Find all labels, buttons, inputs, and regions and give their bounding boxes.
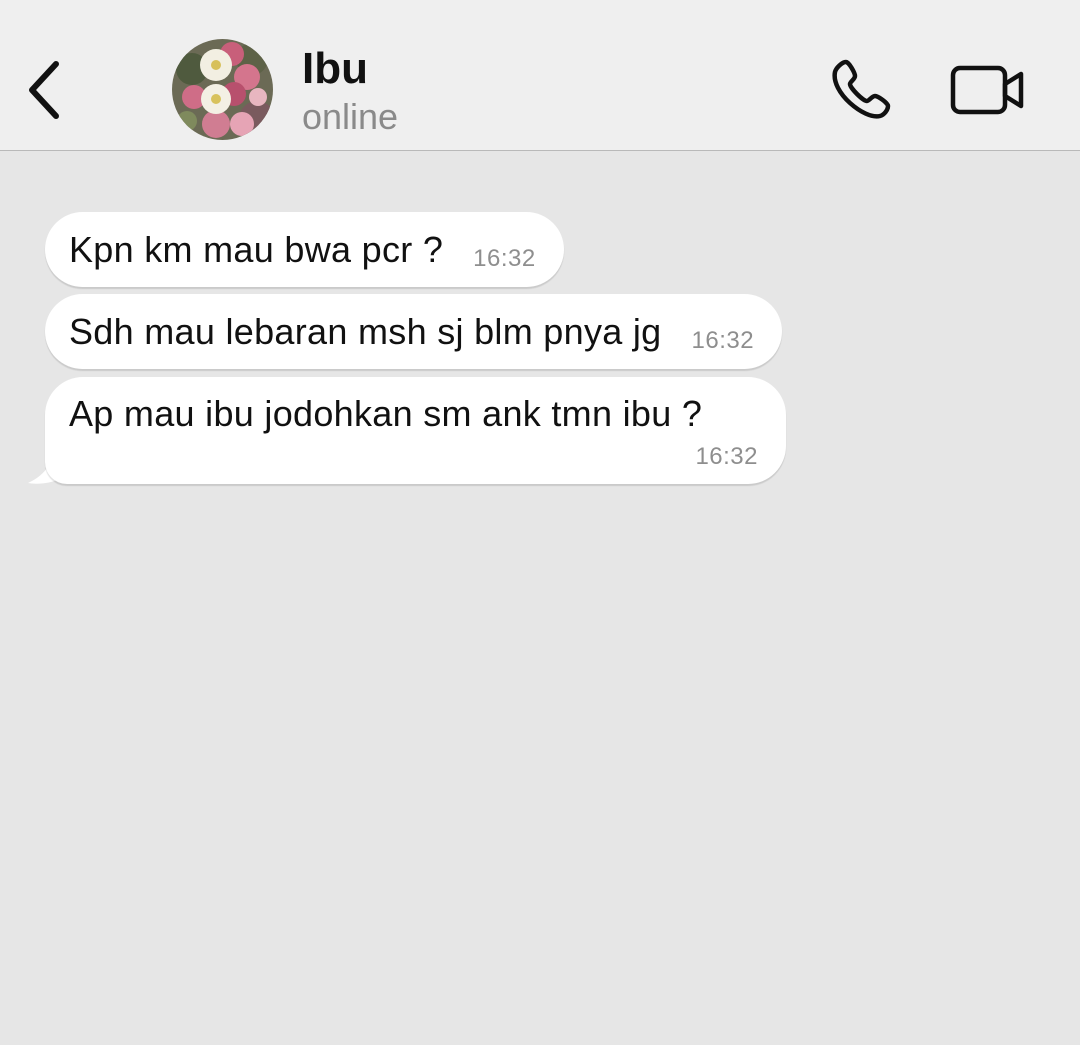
avatar[interactable] — [172, 39, 273, 140]
message-time: 16:32 — [473, 244, 536, 272]
message-text: Ap mau ibu jodohkan sm ank tmn ibu ? — [69, 393, 703, 434]
back-button[interactable] — [20, 58, 66, 122]
video-call-button[interactable] — [948, 62, 1028, 118]
message-bubble[interactable]: Ap mau ibu jodohkan sm ank tmn ibu ? 16:… — [45, 377, 786, 484]
video-camera-icon — [950, 65, 1024, 115]
message-list[interactable]: Kpn km mau bwa pcr ? 16:32 Sdh mau lebar… — [0, 151, 1080, 1045]
voice-call-button[interactable] — [826, 56, 894, 122]
message-text: Sdh mau lebaran msh sj blm pnya jg — [69, 310, 662, 352]
flower-bouquet-image — [172, 39, 273, 140]
phone-icon — [832, 59, 891, 119]
message-text: Kpn km mau bwa pcr ? — [69, 228, 444, 270]
message-bubble[interactable]: Kpn km mau bwa pcr ? 16:32 — [45, 212, 564, 287]
chevron-left-icon — [29, 61, 59, 119]
contact-status: online — [302, 96, 399, 137]
contact-name: Ibu — [302, 44, 368, 93]
message-bubble[interactable]: Sdh mau lebaran msh sj blm pnya jg 16:32 — [45, 294, 783, 369]
message-time: 16:32 — [691, 326, 755, 354]
contact-title[interactable]: Ibu online — [302, 42, 398, 138]
message-time: 16:32 — [695, 443, 758, 470]
chat-header: Ibu online — [0, 0, 1080, 151]
